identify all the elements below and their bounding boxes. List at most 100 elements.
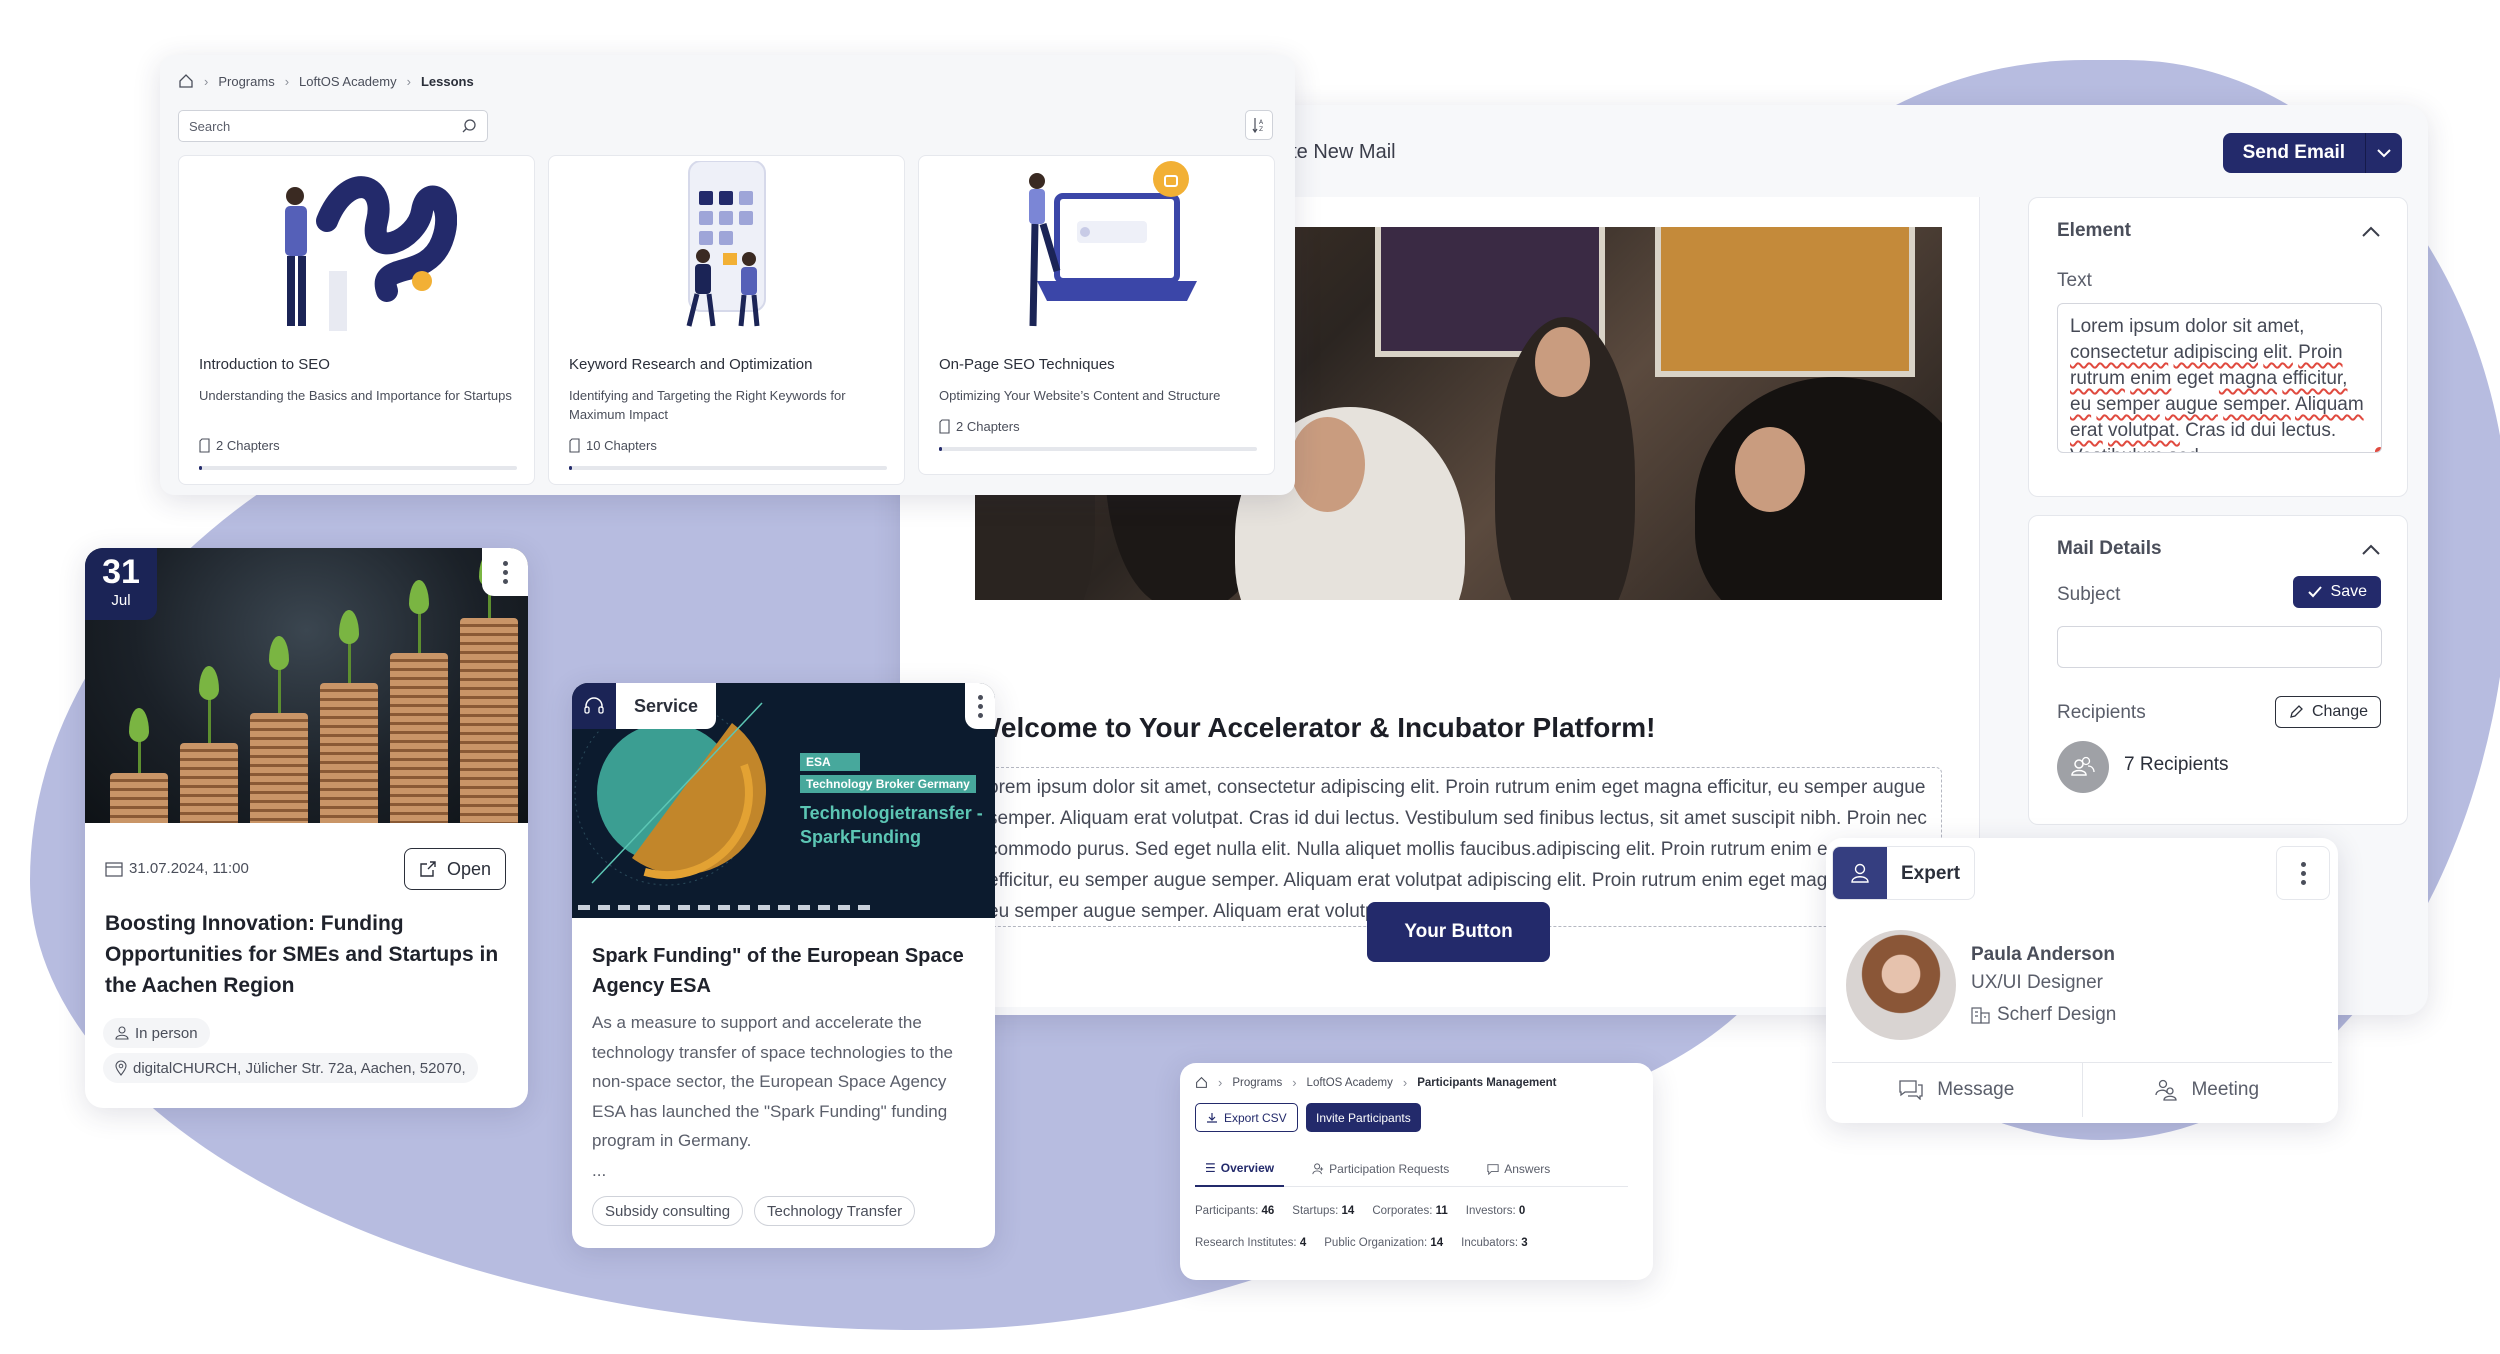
recipients-count: 7 Recipients xyxy=(2124,754,2229,775)
resize-handle[interactable] xyxy=(2375,447,2381,452)
send-email-label[interactable]: Send Email xyxy=(2223,133,2366,173)
stats-row: Research Institutes: 4 Public Organizati… xyxy=(1195,1237,1528,1249)
read-more-ellipsis[interactable]: ... xyxy=(592,1156,982,1186)
invite-participants-button[interactable]: Invite Participants xyxy=(1306,1103,1421,1132)
lesson-description: Understanding the Basics and Importance … xyxy=(199,388,512,403)
lesson-card[interactable]: On-Page SEO Techniques Optimizing Your W… xyxy=(918,155,1275,475)
comment-icon xyxy=(1487,1164,1499,1175)
lesson-description: Identifying and Targeting the Right Keyw… xyxy=(569,388,846,422)
misspelled-word: volutpat. xyxy=(2108,420,2180,441)
cta-button[interactable]: Your Button xyxy=(1367,902,1550,962)
document-icon xyxy=(199,438,210,453)
breadcrumb-item[interactable]: LoftOS Academy xyxy=(299,74,397,89)
search-icon[interactable] xyxy=(461,118,477,134)
location-text: digitalCHURCH, Jülicher Str. 72a, Aachen… xyxy=(133,1059,466,1077)
tab-answers[interactable]: Answers xyxy=(1477,1151,1560,1187)
user-plus-icon xyxy=(1312,1163,1324,1175)
lesson-title: On-Page SEO Techniques xyxy=(939,356,1115,373)
event-card[interactable]: 31 Jul 31.07.2024, 11:00 Open Boosting I… xyxy=(85,548,528,1108)
chapters-count: 2 Chapters xyxy=(956,419,1020,434)
element-panel-heading: Element xyxy=(2057,220,2131,241)
stat-research-institutes: Research Institutes: 4 xyxy=(1195,1237,1307,1249)
plant-leaf xyxy=(409,580,429,614)
photo-detail xyxy=(1290,417,1365,512)
lesson-illustration xyxy=(686,161,766,327)
breadcrumb-item[interactable]: Programs xyxy=(218,74,274,89)
mail-details-panel: Mail Details Subject Save Recipients Cha… xyxy=(2028,515,2408,825)
text-word: eget xyxy=(2176,368,2214,389)
misspelled-word: efficitur, xyxy=(2282,368,2348,389)
recipients-group-icon xyxy=(2057,741,2109,793)
change-recipients-button[interactable]: Change xyxy=(2274,696,2381,728)
subject-input[interactable] xyxy=(2057,626,2382,668)
service-tag: Service xyxy=(572,683,717,729)
text-word: Lorem ipsum dolor sit amet, xyxy=(2070,316,2305,337)
check-icon xyxy=(2307,586,2322,598)
breadcrumb-item[interactable]: Programs xyxy=(1232,1077,1282,1089)
subject-label: Subject xyxy=(2057,584,2121,605)
lesson-chapters: 2 Chapters xyxy=(199,438,280,453)
breadcrumb-item[interactable]: LoftOS Academy xyxy=(1307,1077,1393,1089)
coin-stack xyxy=(180,743,238,823)
message-button[interactable]: Message xyxy=(1832,1063,2082,1117)
user-icon xyxy=(1833,847,1887,899)
meeting-button[interactable]: Meeting xyxy=(2081,1063,2333,1117)
breadcrumb-separator: › xyxy=(406,73,411,89)
chevron-up-icon[interactable] xyxy=(2359,538,2383,562)
misspelled-word: adipiscing xyxy=(2173,342,2259,363)
tab-overview[interactable]: ☰ Overview xyxy=(1195,1151,1285,1187)
expert-actions: Message Meeting xyxy=(1832,1062,2332,1117)
service-title[interactable]: Spark Funding" of the European Space Age… xyxy=(592,941,982,1001)
mode-text: In person xyxy=(135,1024,198,1042)
chevron-up-icon[interactable] xyxy=(2359,220,2383,244)
home-icon[interactable] xyxy=(1195,1076,1208,1089)
expert-company: Scherf Design xyxy=(1971,1004,2116,1026)
lesson-card[interactable]: Introduction to SEO Understanding the Ba… xyxy=(178,155,535,485)
save-button[interactable]: Save xyxy=(2292,576,2381,608)
export-csv-button[interactable]: Export CSV xyxy=(1195,1103,1298,1132)
breadcrumb: › Programs › LoftOS Academy › Lessons xyxy=(178,73,474,89)
event-title[interactable]: Boosting Innovation: Funding Opportuniti… xyxy=(105,908,515,1001)
plant-leaf xyxy=(339,610,359,644)
service-tag-label: Service xyxy=(616,683,717,729)
element-text-area[interactable]: Lorem ipsum dolor sit amet, consectetur … xyxy=(2057,303,2382,453)
expert-name[interactable]: Paula Anderson xyxy=(1971,944,2115,966)
tab-participation-requests[interactable]: Participation Requests xyxy=(1302,1151,1459,1187)
headline-line: Technologietransfer - xyxy=(800,803,983,823)
more-options-icon[interactable] xyxy=(2276,846,2330,900)
service-tag-chip[interactable]: Subsidy consulting xyxy=(592,1196,744,1226)
stats-row: Participants: 46 Startups: 14 Corporates… xyxy=(1195,1205,1525,1217)
page-title: ate New Mail xyxy=(1280,141,1396,163)
stat-participants: Participants: 46 xyxy=(1195,1205,1275,1217)
more-options-icon[interactable] xyxy=(965,683,995,729)
export-label: Export CSV xyxy=(1224,1110,1287,1125)
search-input[interactable]: Search xyxy=(178,110,488,142)
misspelled-word: consectetur xyxy=(2070,342,2169,363)
breadcrumb: › Programs › LoftOS Academy › Participan… xyxy=(1195,1075,1557,1090)
message-icon xyxy=(1899,1080,1923,1100)
datetime-text: 31.07.2024, 11:00 xyxy=(129,860,249,877)
download-icon xyxy=(1207,1112,1217,1123)
service-card[interactable]: ESA Technology Broker Germany Technologi… xyxy=(572,683,995,1248)
service-tag-chip[interactable]: Technology Transfer xyxy=(754,1196,916,1226)
lesson-card[interactable]: Keyword Research and Optimization Identi… xyxy=(548,155,905,485)
coin-stack xyxy=(250,713,308,823)
open-label: Open xyxy=(446,858,491,879)
open-button[interactable]: Open xyxy=(403,848,506,890)
more-options-icon[interactable] xyxy=(482,548,528,596)
chevron-down-icon[interactable] xyxy=(2366,133,2402,173)
mail-headline[interactable]: Welcome to Your Accelerator & Incubator … xyxy=(975,712,1655,744)
sort-az-button[interactable]: AZ xyxy=(1245,110,1273,140)
lesson-chapters: 2 Chapters xyxy=(939,419,1020,434)
photo-detail xyxy=(1535,327,1590,397)
expert-tag-label: Expert xyxy=(1901,863,1961,884)
lessons-panel: › Programs › LoftOS Academy › Lessons Se… xyxy=(160,55,1295,495)
calendar-icon xyxy=(105,861,123,877)
list-icon: ☰ xyxy=(1205,1161,1216,1175)
change-label: Change xyxy=(2311,703,2368,720)
send-email-button[interactable]: Send Email xyxy=(2222,133,2402,173)
home-icon[interactable] xyxy=(178,73,194,89)
meeting-label: Meeting xyxy=(2191,1079,2260,1100)
event-datetime: 31.07.2024, 11:00 xyxy=(105,860,249,877)
photo-detail xyxy=(1735,427,1805,512)
